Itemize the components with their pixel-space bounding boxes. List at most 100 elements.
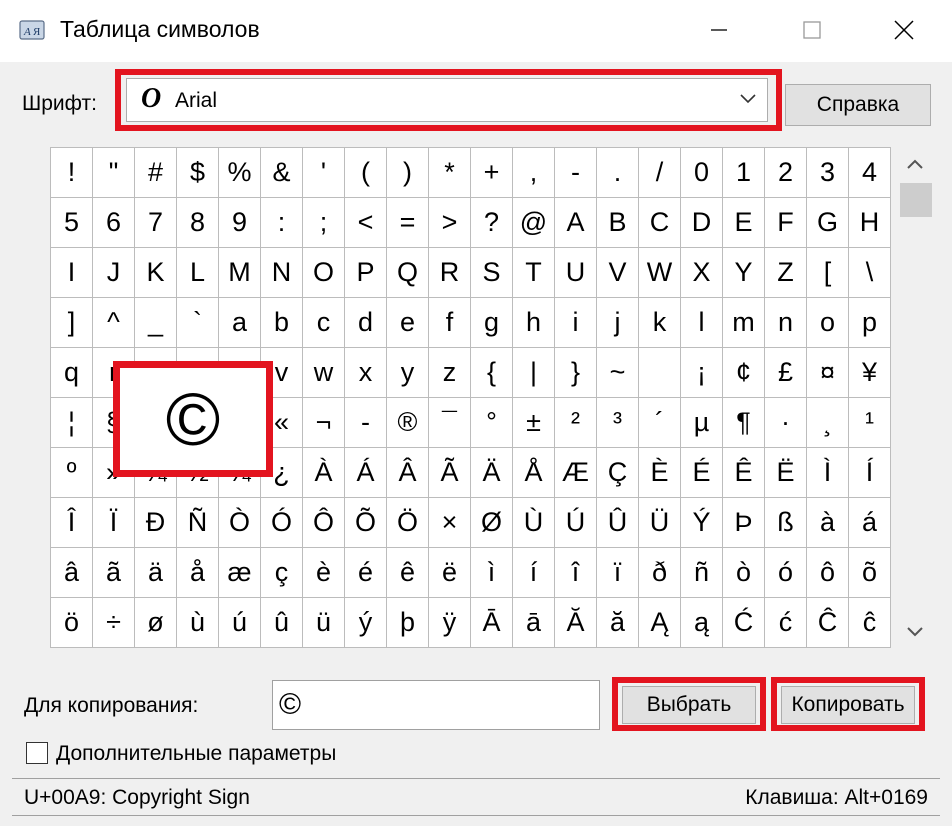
char-cell[interactable]: D — [681, 198, 723, 248]
char-cell[interactable]: , — [513, 148, 555, 198]
char-cell[interactable]: - — [345, 398, 387, 448]
char-cell[interactable]: ¶ — [723, 398, 765, 448]
char-cell[interactable]: Ù — [513, 498, 555, 548]
char-cell[interactable]: µ — [681, 398, 723, 448]
char-cell[interactable]: æ — [219, 548, 261, 598]
char-cell[interactable]: ° — [471, 398, 513, 448]
char-cell[interactable]: ā — [513, 598, 555, 648]
char-cell[interactable]: 7 — [135, 198, 177, 248]
char-cell[interactable]: } — [555, 348, 597, 398]
char-cell[interactable]: O — [303, 248, 345, 298]
char-cell[interactable]: × — [429, 498, 471, 548]
char-cell[interactable]: & — [261, 148, 303, 198]
char-cell[interactable]: ; — [303, 198, 345, 248]
char-cell[interactable]: · — [765, 398, 807, 448]
char-cell[interactable]: X — [681, 248, 723, 298]
char-cell[interactable]: ă — [597, 598, 639, 648]
char-cell[interactable]: ¬ — [303, 398, 345, 448]
char-cell[interactable]: Ï — [93, 498, 135, 548]
char-cell[interactable]: W — [639, 248, 681, 298]
char-cell[interactable]: º — [51, 448, 93, 498]
char-cell[interactable]: : — [261, 198, 303, 248]
char-cell[interactable]: Â — [387, 448, 429, 498]
char-cell[interactable]: ï — [597, 548, 639, 598]
char-cell[interactable]: ¥ — [849, 348, 891, 398]
char-cell[interactable]: _ — [135, 298, 177, 348]
char-cell[interactable]: Ì — [807, 448, 849, 498]
char-cell[interactable]: ³ — [597, 398, 639, 448]
char-cell[interactable]: Ø — [471, 498, 513, 548]
char-cell[interactable]: ç — [261, 548, 303, 598]
char-cell[interactable]: Ą — [639, 598, 681, 648]
char-cell[interactable]: Í — [849, 448, 891, 498]
char-cell[interactable]: p — [849, 298, 891, 348]
char-cell[interactable]: h — [513, 298, 555, 348]
char-cell[interactable]: Ö — [387, 498, 429, 548]
char-cell[interactable]: + — [471, 148, 513, 198]
char-cell[interactable]: - — [555, 148, 597, 198]
char-cell[interactable]: Ò — [219, 498, 261, 548]
char-cell[interactable]: ß — [765, 498, 807, 548]
char-cell[interactable]: > — [429, 198, 471, 248]
char-cell[interactable]: 4 — [849, 148, 891, 198]
char-cell[interactable]: * — [429, 148, 471, 198]
char-cell[interactable]: 2 — [765, 148, 807, 198]
char-cell[interactable]: Z — [765, 248, 807, 298]
char-cell[interactable]: A — [555, 198, 597, 248]
char-cell[interactable]: Ê — [723, 448, 765, 498]
char-cell[interactable]: ¤ — [807, 348, 849, 398]
char-cell[interactable]: y — [387, 348, 429, 398]
char-cell[interactable]: g — [471, 298, 513, 348]
char-cell[interactable]: Ú — [555, 498, 597, 548]
char-cell[interactable]: Ð — [135, 498, 177, 548]
char-cell[interactable]: ú — [219, 598, 261, 648]
char-cell[interactable]: n — [765, 298, 807, 348]
char-cell[interactable]: " — [93, 148, 135, 198]
char-cell[interactable]: ( — [345, 148, 387, 198]
char-cell[interactable]: H — [849, 198, 891, 248]
char-cell[interactable]: ) — [387, 148, 429, 198]
char-cell[interactable]: Û — [597, 498, 639, 548]
char-cell[interactable]: ð — [639, 548, 681, 598]
char-cell[interactable]: 9 — [219, 198, 261, 248]
char-cell[interactable]: ¹ — [849, 398, 891, 448]
char-cell[interactable]: ĉ — [849, 598, 891, 648]
char-cell[interactable]: M — [219, 248, 261, 298]
maximize-button[interactable] — [788, 10, 836, 50]
scrollbar-thumb[interactable] — [900, 183, 932, 217]
char-cell[interactable]: I — [51, 248, 93, 298]
char-cell[interactable]: £ — [765, 348, 807, 398]
char-cell[interactable]: % — [219, 148, 261, 198]
char-cell[interactable]: E — [723, 198, 765, 248]
close-button[interactable] — [880, 10, 928, 50]
char-cell[interactable]: ] — [51, 298, 93, 348]
char-cell[interactable]: Ñ — [177, 498, 219, 548]
char-cell[interactable]: ì — [471, 548, 513, 598]
select-button[interactable]: Выбрать — [622, 686, 756, 724]
char-cell[interactable]: Ä — [471, 448, 513, 498]
char-cell[interactable]: Ó — [261, 498, 303, 548]
char-cell[interactable]: 5 — [51, 198, 93, 248]
char-cell[interactable]: ¡ — [681, 348, 723, 398]
char-cell[interactable]: V — [597, 248, 639, 298]
char-cell[interactable]: ý — [345, 598, 387, 648]
char-cell[interactable]: c — [303, 298, 345, 348]
char-cell[interactable]: À — [303, 448, 345, 498]
char-cell[interactable]: ä — [135, 548, 177, 598]
char-cell[interactable]: m — [723, 298, 765, 348]
char-cell[interactable]: B — [597, 198, 639, 248]
char-cell[interactable]: É — [681, 448, 723, 498]
char-cell[interactable]: ê — [387, 548, 429, 598]
char-cell[interactable]: Î — [51, 498, 93, 548]
char-cell[interactable]: Ç — [597, 448, 639, 498]
char-cell[interactable]: / — [639, 148, 681, 198]
char-cell[interactable]: @ — [513, 198, 555, 248]
char-cell[interactable]: K — [135, 248, 177, 298]
char-cell[interactable]: È — [639, 448, 681, 498]
char-cell[interactable]: Ć — [723, 598, 765, 648]
char-cell[interactable]: Ô — [303, 498, 345, 548]
char-cell[interactable]: ' — [303, 148, 345, 198]
char-cell[interactable]: \ — [849, 248, 891, 298]
char-cell[interactable]: ² — [555, 398, 597, 448]
char-cell[interactable]: ÷ — [93, 598, 135, 648]
